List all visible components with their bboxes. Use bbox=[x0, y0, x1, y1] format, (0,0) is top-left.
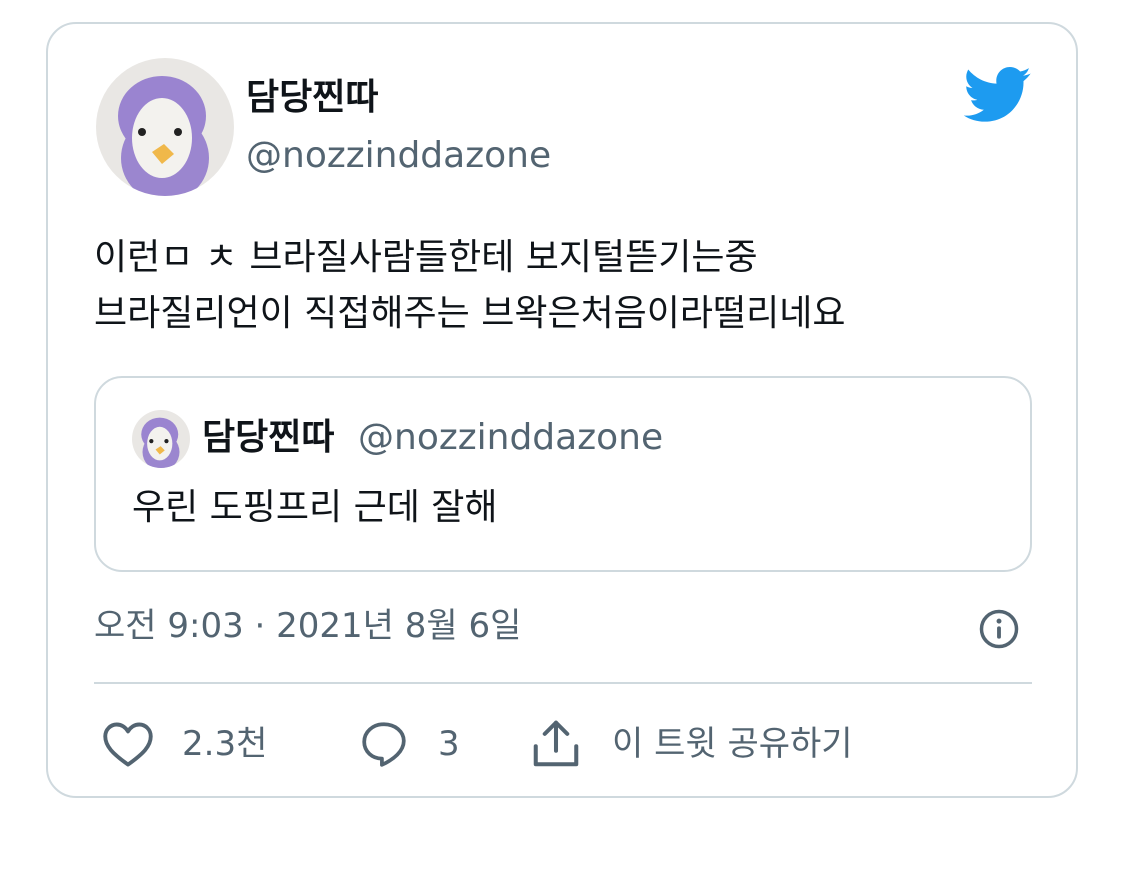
tweet-body: 이런ㅁ ㅊ 브라질사람들한테 보지털뜯기는중 브라질리언이 직접해주는 브왁은처… bbox=[94, 230, 846, 342]
penguin-avatar-icon bbox=[132, 410, 190, 468]
author-handle[interactable]: @nozzinddazone bbox=[246, 134, 551, 178]
reply-button[interactable]: 3 bbox=[358, 716, 460, 772]
reply-bubble-icon bbox=[362, 722, 406, 767]
quoted-author-avatar bbox=[132, 410, 190, 468]
share-button[interactable]: 이 트윗 공유하기 bbox=[528, 716, 853, 772]
like-button[interactable]: 2.3천 bbox=[102, 716, 267, 772]
tweet-timestamp[interactable]: 오전 9:03 · 2021년 8월 6일 bbox=[94, 602, 521, 650]
info-icon[interactable] bbox=[978, 608, 1020, 650]
twitter-bird-icon[interactable] bbox=[964, 66, 1032, 124]
tweet-line-1: 이런ㅁ ㅊ 브라질사람들한테 보지털뜯기는중 bbox=[94, 237, 758, 278]
like-count: 2.3천 bbox=[182, 724, 268, 764]
tweet-card: 담당찐따 @nozzinddazone 이런ㅁ ㅊ 브라질사람들한테 보지털뜯기… bbox=[46, 22, 1078, 798]
author-avatar[interactable] bbox=[96, 58, 234, 196]
tweet-line-2: 브라질리언이 직접해주는 브왁은처음이라떨리네요 bbox=[94, 293, 846, 334]
heart-icon bbox=[103, 722, 153, 767]
quoted-tweet-text: 우린 도핑프리 근데 잘해 bbox=[132, 487, 498, 528]
quoted-author-display-name: 담당찐따 bbox=[202, 417, 335, 458]
share-icon bbox=[533, 720, 579, 767]
quoted-tweet[interactable]: 담당찐따 @nozzinddazone 우린 도핑프리 근데 잘해 bbox=[94, 376, 1032, 572]
divider bbox=[94, 682, 1032, 684]
author-display-name[interactable]: 담당찐따 bbox=[246, 76, 378, 120]
reply-count: 3 bbox=[438, 724, 460, 764]
quoted-author-handle: @nozzinddazone bbox=[358, 417, 664, 458]
share-label: 이 트윗 공유하기 bbox=[612, 724, 853, 764]
penguin-avatar-icon bbox=[96, 58, 234, 196]
